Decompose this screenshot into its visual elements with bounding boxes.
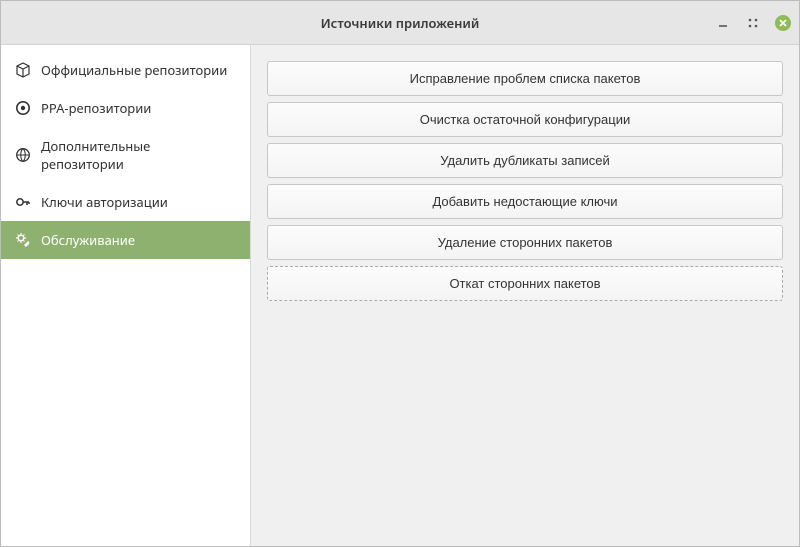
ppa-icon xyxy=(15,100,31,116)
app-window: Источники приложений Оффициальные репози… xyxy=(0,0,800,547)
box-icon xyxy=(15,62,31,78)
clean-residual-config-button[interactable]: Очистка остаточной конфигурации xyxy=(267,102,783,137)
window-title: Источники приложений xyxy=(321,14,480,32)
sidebar: Оффициальные репозитории PPA-репозитории… xyxy=(1,45,251,546)
sidebar-item-auth-keys[interactable]: Ключи авторизации xyxy=(1,183,250,221)
sidebar-item-official-repos[interactable]: Оффициальные репозитории xyxy=(1,51,250,89)
minimize-button[interactable] xyxy=(715,15,731,31)
fix-package-list-button[interactable]: Исправление проблем списка пакетов xyxy=(267,61,783,96)
globe-icon xyxy=(15,147,31,163)
close-button[interactable] xyxy=(775,15,791,31)
sidebar-item-label: PPA-репозитории xyxy=(41,99,151,117)
titlebar: Источники приложений xyxy=(1,1,799,45)
key-icon xyxy=(15,194,31,210)
window-body: Оффициальные репозитории PPA-репозитории… xyxy=(1,45,799,546)
add-missing-keys-button[interactable]: Добавить недостающие ключи xyxy=(267,184,783,219)
remove-duplicate-entries-button[interactable]: Удалить дубликаты записей xyxy=(267,143,783,178)
maximize-button[interactable] xyxy=(745,15,761,31)
window-controls xyxy=(715,1,791,44)
sidebar-item-additional-repos[interactable]: Дополнительные репозитории xyxy=(1,127,250,183)
tools-icon xyxy=(15,232,31,248)
sidebar-item-label: Оффициальные репозитории xyxy=(41,61,227,79)
sidebar-item-maintenance[interactable]: Обслуживание xyxy=(1,221,250,259)
sidebar-item-label: Обслуживание xyxy=(41,231,135,249)
sidebar-item-label: Дополнительные репозитории xyxy=(41,137,236,173)
remove-foreign-packages-button[interactable]: Удаление сторонних пакетов xyxy=(267,225,783,260)
rollback-foreign-packages-button[interactable]: Откат сторонних пакетов xyxy=(267,266,783,301)
sidebar-item-label: Ключи авторизации xyxy=(41,193,168,211)
sidebar-item-ppa[interactable]: PPA-репозитории xyxy=(1,89,250,127)
main-panel: Исправление проблем списка пакетов Очист… xyxy=(251,45,799,546)
